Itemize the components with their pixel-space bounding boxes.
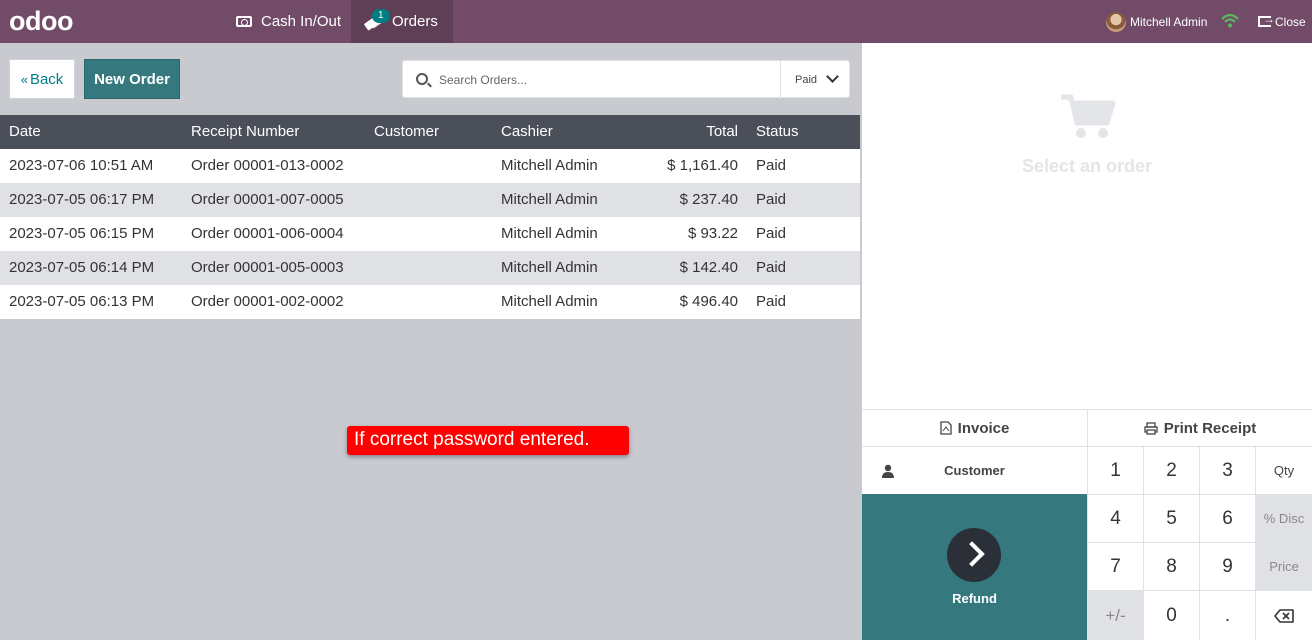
chevron-down-icon (826, 70, 839, 83)
row-total: $ 142.40 (679, 259, 738, 276)
row-date: 2023-07-05 06:15 PM (9, 225, 155, 242)
table-row[interactable]: 2023-07-05 06:13 PM Order 00001-002-0002… (0, 285, 860, 319)
row-total: $ 496.40 (679, 293, 738, 310)
print-receipt-button[interactable]: Print Receipt (1087, 410, 1312, 446)
invoice-label: Invoice (957, 419, 1010, 437)
numpad-key-0[interactable]: 0 (1143, 590, 1199, 640)
orders-table: Date Receipt Number Customer Cashier Tot… (0, 115, 860, 319)
table-row[interactable]: 2023-07-05 06:15 PM Order 00001-006-0004… (0, 217, 860, 251)
header-customer: Customer (374, 123, 440, 140)
cash-in-out-button[interactable]: Cash In/Out (236, 0, 341, 43)
row-cashier: Mitchell Admin (501, 191, 598, 208)
decimal-key[interactable]: . (1199, 590, 1255, 640)
empty-state-text: Select an order (1021, 156, 1153, 176)
row-total: $ 237.40 (679, 191, 738, 208)
invoice-button[interactable]: Invoice (862, 410, 1087, 446)
orders-count-badge: 1 (372, 9, 390, 23)
numpad-key-2[interactable]: 2 (1143, 446, 1199, 494)
order-actions: Invoice Print Receipt (862, 409, 1312, 446)
numpad-area: Customer Refund 1 2 3 Qty 4 5 6 % Disc 7… (862, 446, 1312, 640)
row-status: Paid (756, 259, 787, 276)
user-name: Mitchell Admin (1130, 14, 1208, 29)
close-button[interactable]: Close (1258, 0, 1306, 43)
print-receipt-label: Print Receipt (1163, 419, 1257, 437)
discount-mode-button[interactable]: % Disc (1255, 494, 1312, 542)
status-filter-dropdown[interactable]: Paid (780, 61, 851, 99)
pdf-file-icon (940, 421, 952, 435)
row-status: Paid (756, 157, 787, 174)
customer-label: Customer (944, 463, 1005, 478)
sign-out-icon (1258, 12, 1275, 27)
header-status: Status (756, 123, 799, 140)
row-status: Paid (756, 293, 787, 310)
numpad-key-6[interactable]: 6 (1199, 494, 1255, 542)
refund-label: Refund (952, 591, 997, 606)
customer-button[interactable]: Customer (862, 446, 1087, 494)
row-date: 2023-07-05 06:13 PM (9, 293, 155, 310)
row-date: 2023-07-05 06:14 PM (9, 259, 155, 276)
row-receipt: Order 00001-007-0005 (191, 191, 344, 208)
price-mode-button[interactable]: Price (1255, 542, 1312, 590)
status-filter-value: Paid (795, 74, 818, 86)
user-icon (882, 464, 894, 478)
numpad-key-7[interactable]: 7 (1087, 542, 1143, 590)
close-label: Close (1275, 14, 1306, 29)
row-cashier: Mitchell Admin (501, 293, 598, 310)
backspace-icon (1274, 608, 1294, 623)
wifi-icon (1221, 13, 1239, 28)
header-receipt: Receipt Number (191, 123, 300, 140)
odoo-logo: odoo (9, 6, 73, 36)
table-row[interactable]: 2023-07-05 06:14 PM Order 00001-005-0003… (0, 251, 860, 285)
orders-tab[interactable]: Orders (351, 0, 453, 43)
top-bar: odoo Cash In/Out Orders 1 Mitchell Admin… (0, 0, 1312, 43)
row-receipt: Order 00001-002-0002 (191, 293, 344, 310)
chevron-right-icon (947, 528, 1001, 582)
numpad-key-5[interactable]: 5 (1143, 494, 1199, 542)
row-receipt: Order 00001-006-0004 (191, 225, 344, 242)
money-icon (236, 16, 252, 27)
shopping-cart-icon (1061, 94, 1116, 138)
new-order-button[interactable]: New Order (84, 59, 180, 99)
numpad-key-9[interactable]: 9 (1199, 542, 1255, 590)
header-cashier: Cashier (501, 123, 553, 140)
refund-button[interactable]: Refund (862, 494, 1087, 640)
row-status: Paid (756, 191, 787, 208)
orders-label: Orders (392, 13, 438, 30)
back-button[interactable]: « Back (9, 59, 75, 99)
backspace-key[interactable] (1255, 590, 1312, 640)
row-date: 2023-07-05 06:17 PM (9, 191, 155, 208)
numpad-key-3[interactable]: 3 (1199, 446, 1255, 494)
row-cashier: Mitchell Admin (501, 225, 598, 242)
cash-in-out-label: Cash In/Out (261, 13, 342, 30)
qty-mode-button[interactable]: Qty (1255, 446, 1312, 494)
row-date: 2023-07-06 10:51 AM (9, 157, 154, 174)
row-total: $ 93.22 (687, 225, 738, 242)
numpad-key-8[interactable]: 8 (1143, 542, 1199, 590)
row-cashier: Mitchell Admin (501, 157, 598, 174)
row-receipt: Order 00001-005-0003 (191, 259, 344, 276)
back-label: Back (29, 70, 64, 88)
printer-icon (1144, 421, 1158, 435)
header-date: Date (9, 123, 41, 140)
table-row[interactable]: 2023-07-06 10:51 AM Order 00001-013-0002… (0, 149, 860, 183)
numpad-key-4[interactable]: 4 (1087, 494, 1143, 542)
numpad-key-1[interactable]: 1 (1087, 446, 1143, 494)
row-cashier: Mitchell Admin (501, 259, 598, 276)
order-detail-panel: Select an order Invoice Print Receipt Cu… (862, 43, 1312, 640)
user-menu[interactable]: Mitchell Admin (1106, 0, 1207, 43)
row-receipt: Order 00001-013-0002 (191, 157, 344, 174)
search-icon (416, 73, 428, 85)
table-header: Date Receipt Number Customer Cashier Tot… (0, 115, 860, 149)
search-input[interactable] (439, 68, 769, 92)
avatar (1106, 11, 1126, 32)
plus-minus-key[interactable]: +/- (1087, 590, 1143, 640)
table-row[interactable]: 2023-07-05 06:17 PM Order 00001-007-0005… (0, 183, 860, 217)
header-total: Total (706, 123, 738, 140)
search-bar: Paid (402, 60, 851, 99)
row-total: $ 1,161.40 (667, 157, 738, 174)
row-status: Paid (756, 225, 787, 242)
double-chevron-left-icon: « (20, 71, 28, 87)
annotation-callout: If correct password entered. (347, 426, 629, 455)
